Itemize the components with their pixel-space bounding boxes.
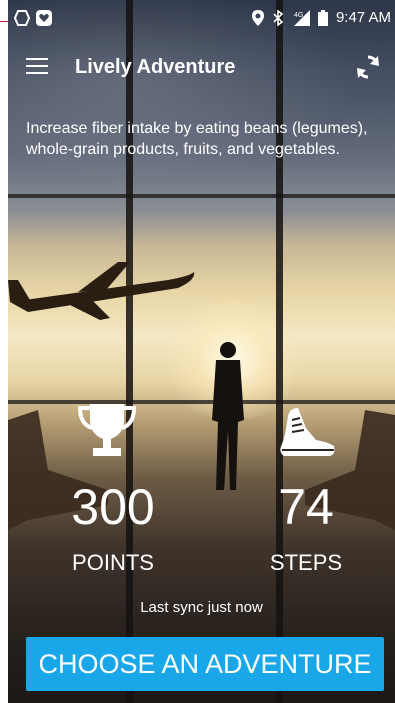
last-sync-text: Last sync just now [140,599,263,616]
menu-icon[interactable] [26,58,48,76]
trophy-icon [78,404,136,456]
signal-4g-icon: 4G [293,9,310,26]
app-toolbar: Lively Adventure [8,44,395,92]
sneaker-icon [280,408,335,456]
sync-icon[interactable] [353,52,383,82]
heart-badge-icon [36,10,52,26]
points-value: 300 [71,479,155,535]
app-title: Lively Adventure [75,56,236,78]
choose-adventure-button[interactable]: CHOOSE AN ADVENTURE [26,637,384,691]
battery-icon [317,9,328,26]
steps-label: STEPS [269,550,343,575]
device-screen: 4G 9:47 AM Lively Adventure Increase fib… [0,0,395,703]
location-pin-icon [251,9,264,26]
hexagon-outline-icon [14,10,30,26]
steps-value: 74 [278,479,334,535]
airplane-image [8,262,195,320]
status-time: 9:47 AM [335,9,391,26]
status-bar: 4G 9:47 AM [8,0,395,34]
app-screen: 4G 9:47 AM Lively Adventure Increase fib… [8,0,395,703]
window-frame-bar [126,0,133,703]
svg-text:4G: 4G [294,12,303,19]
window-frame-rail [8,194,395,198]
points-label: POINTS [72,550,154,575]
edge-mark [0,21,8,22]
window-frame-rail [8,400,395,404]
health-tip: Increase fiber intake by eating beans (l… [26,120,368,158]
bluetooth-icon [273,9,284,26]
left-edge [0,0,8,703]
window-frame-bar [276,0,283,703]
traveler-silhouette [212,342,244,490]
